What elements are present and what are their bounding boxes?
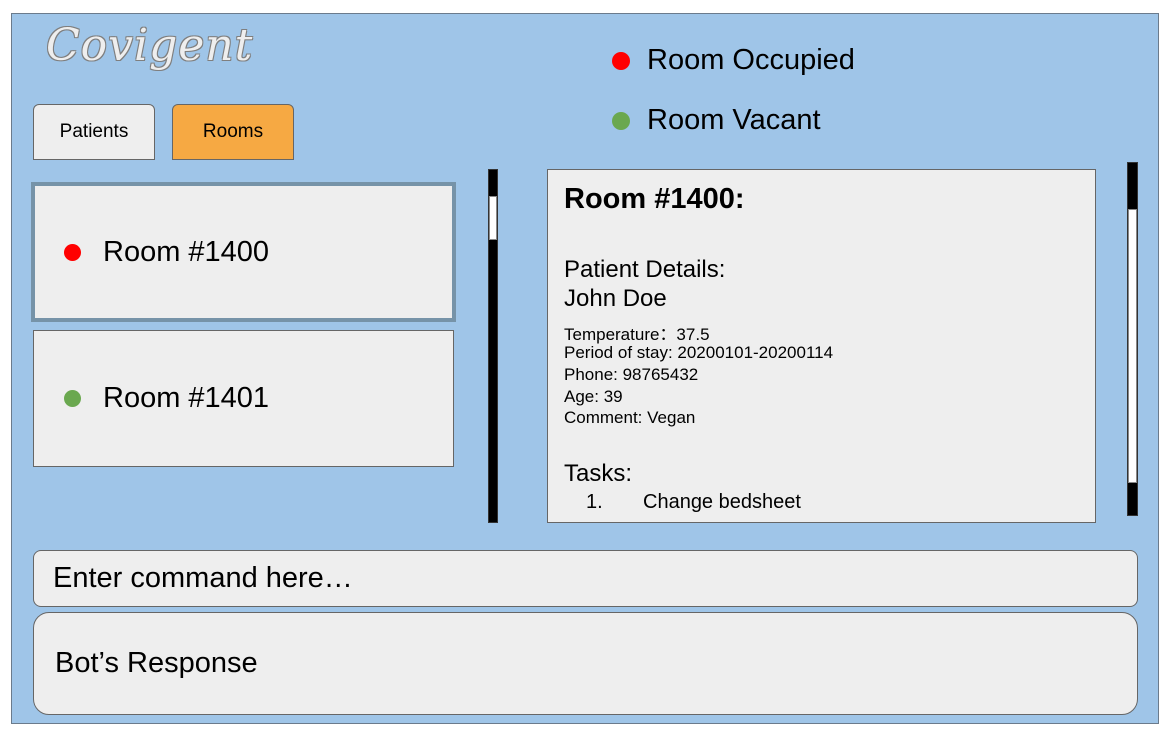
room-details-panel: Room #1400: Patient Details: John Doe Te…: [547, 169, 1096, 523]
command-input[interactable]: Enter command here…: [33, 550, 1138, 607]
tab-rooms-label: Rooms: [202, 121, 264, 142]
tasks-label: Tasks:: [564, 460, 633, 487]
room-card-1401[interactable]: Room #1401: [33, 330, 454, 467]
room-card-1400[interactable]: Room #1400: [31, 182, 456, 322]
patient-comment: Comment: Vegan: [564, 408, 696, 427]
command-placeholder: Enter command here…: [53, 562, 353, 594]
task-text: Change bedsheet: [643, 491, 801, 513]
tab-patients-label: Patients: [59, 121, 129, 142]
patient-phone: Phone: 98765432: [564, 365, 699, 384]
tab-patients[interactable]: Patients: [33, 104, 155, 160]
details-scroll-thumb[interactable]: [1128, 209, 1137, 483]
vacant-dot-icon: [64, 390, 81, 407]
bot-response-box: Bot’s Response: [33, 612, 1138, 715]
patient-temperature: Temperature：37.5: [564, 325, 710, 344]
bot-response-text: Bot’s Response: [55, 647, 258, 679]
legend-occupied-label: Room Occupied: [647, 44, 855, 76]
patient-period-of-stay: Period of stay: 20200101-20200114: [564, 343, 834, 362]
room-list-scrollbar[interactable]: [488, 169, 498, 523]
task-number: 1.: [586, 491, 603, 513]
patient-age: Age: 39: [564, 387, 623, 406]
occupied-dot-icon: [612, 51, 630, 70]
vacant-dot-icon: [612, 111, 630, 130]
task-item: 1. Change bedsheet: [586, 491, 801, 514]
legend-vacant: Room Vacant: [612, 104, 821, 137]
room-card-label: Room #1400: [103, 235, 270, 268]
patient-details-label: Patient Details:: [564, 256, 726, 283]
details-scrollbar[interactable]: [1127, 162, 1138, 516]
occupied-dot-icon: [64, 243, 81, 261]
legend-vacant-label: Room Vacant: [647, 104, 821, 136]
patient-name: John Doe: [564, 285, 667, 312]
legend-occupied: Room Occupied: [612, 44, 855, 77]
room-card-label: Room #1401: [103, 382, 270, 414]
covigent-logo: Covigent: [46, 20, 254, 71]
room-details-title: Room #1400:: [564, 183, 745, 215]
tab-rooms[interactable]: Rooms: [172, 104, 294, 160]
room-list-scroll-thumb[interactable]: [489, 196, 497, 240]
